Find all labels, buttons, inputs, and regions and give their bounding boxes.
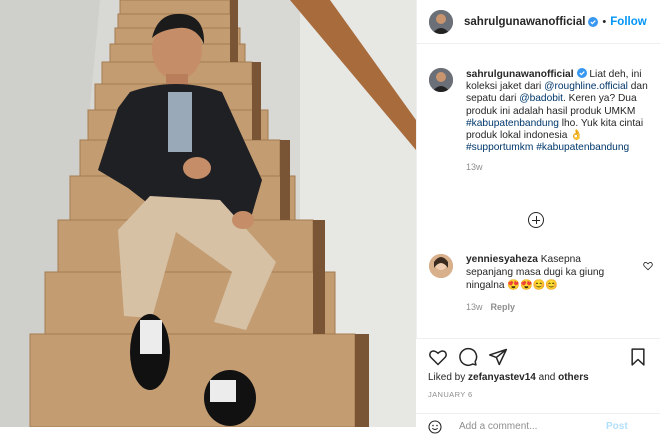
- caption-text: sahrulgunawanofficial Liat deh, ini kole…: [466, 68, 653, 154]
- verified-badge-icon: [588, 16, 599, 27]
- comment-item: yenniesyaheza Kasepna sepanjang masa dug…: [429, 254, 653, 312]
- avatar-image: [429, 68, 453, 92]
- hashtag-kabupatenbandung[interactable]: #kabupatenbandung: [466, 118, 559, 129]
- load-more-comments-button[interactable]: [528, 212, 544, 228]
- commenter-avatar[interactable]: [429, 254, 453, 278]
- mention-roughline[interactable]: @roughline.official: [544, 81, 628, 92]
- liked-mid: and: [535, 372, 559, 383]
- comment-bubble-icon[interactable]: [458, 347, 478, 367]
- avatar-image: [429, 9, 453, 34]
- comment-meta: 13w Reply: [466, 302, 653, 312]
- mention-badobit[interactable]: @badobit: [519, 93, 563, 104]
- add-comment-bar: Add a comment... Post: [416, 413, 660, 434]
- post-actions-section: Liked by zefanyastev14 and others JANUAR…: [416, 338, 660, 434]
- like-comment-heart-icon[interactable]: [643, 261, 653, 271]
- save-bookmark-icon[interactable]: [628, 347, 648, 367]
- hashtag-kabupatenbandung-2[interactable]: #kabupatenbandung: [536, 142, 629, 153]
- post-caption: sahrulgunawanofficial Liat deh, ini kole…: [429, 68, 653, 172]
- commenter-username[interactable]: yenniesyaheza: [466, 254, 538, 265]
- post-date: JANUARY 6: [428, 390, 473, 399]
- avatar-image: [429, 254, 453, 278]
- liked-user[interactable]: zefanyastev14: [468, 372, 536, 383]
- post-photo[interactable]: [0, 0, 416, 427]
- liked-others[interactable]: others: [558, 372, 589, 383]
- liked-prefix: Liked by: [428, 372, 469, 383]
- liked-by-text: Liked by zefanyastev14 and others: [428, 372, 589, 383]
- reply-button[interactable]: Reply: [491, 302, 516, 312]
- post-header: sahrulgunawanofficial • Follow: [417, 0, 660, 44]
- caption-username[interactable]: sahrulgunawanofficial: [466, 69, 574, 80]
- share-paper-plane-icon[interactable]: [488, 347, 508, 367]
- separator-dot: •: [602, 15, 607, 28]
- ok-hand-emoji: 👌: [570, 130, 583, 142]
- action-icons-row: [428, 347, 648, 369]
- hashtag-supportumkm[interactable]: #supportumkm: [466, 142, 533, 153]
- follow-button[interactable]: Follow: [610, 16, 646, 28]
- caption-avatar[interactable]: [429, 68, 453, 92]
- comment-emoji: 😍😍😊😊: [507, 279, 559, 291]
- verified-badge-icon: [576, 68, 587, 78]
- post-photo-illustration: [0, 0, 416, 427]
- author-username[interactable]: sahrulgunawanofficial: [464, 16, 585, 28]
- comment-text: yenniesyaheza Kasepna sepanjang masa dug…: [466, 254, 626, 292]
- like-heart-icon[interactable]: [428, 347, 448, 367]
- emoji-smile-icon[interactable]: [428, 420, 442, 434]
- author-avatar[interactable]: [429, 9, 453, 34]
- caption-time: 13w: [466, 162, 483, 173]
- comment-time: 13w: [466, 302, 483, 313]
